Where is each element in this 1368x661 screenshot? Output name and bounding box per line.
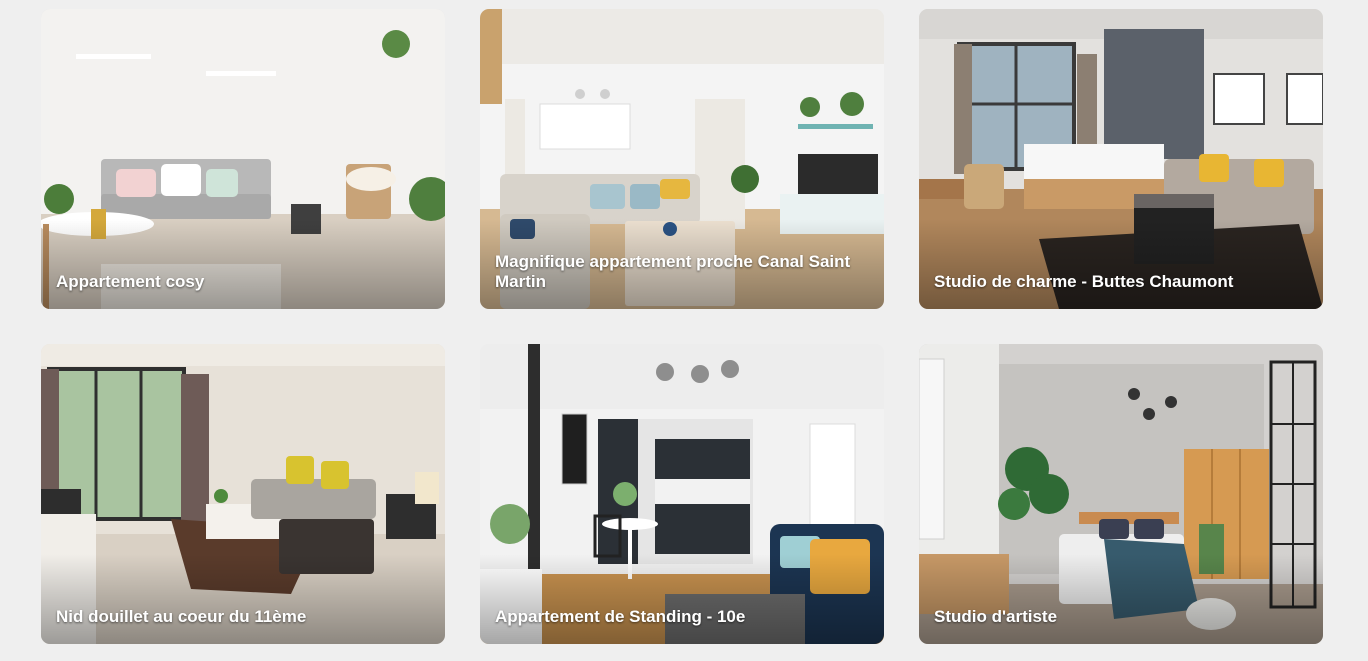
listing-card[interactable]: Nid douillet au coeur du 11ème	[41, 344, 445, 644]
listing-title: Studio d'artiste	[934, 607, 1058, 626]
title-overlay	[919, 554, 1323, 644]
listing-title: Appartement de Standing - 10e	[495, 607, 746, 626]
listing-title: Nid douillet au coeur du 11ème	[56, 607, 307, 626]
title-overlay	[41, 554, 445, 644]
listing-card[interactable]: Magnifique appartement proche Canal Sain…	[480, 9, 884, 309]
listing-title: Magnifique appartement proche Canal Sain…	[495, 252, 851, 291]
listing-grid: Appartement cosy Magnifique appartement …	[41, 9, 1323, 644]
title-overlay	[480, 554, 884, 644]
listing-card[interactable]: Studio d'artiste	[919, 344, 1323, 644]
listing-title: Appartement cosy	[56, 272, 205, 291]
title-overlay	[41, 219, 445, 309]
title-overlay	[919, 219, 1323, 309]
listing-title: Studio de charme - Buttes Chaumont	[934, 272, 1234, 291]
listing-card[interactable]: Appartement cosy	[41, 9, 445, 309]
listing-card[interactable]: Studio de charme - Buttes Chaumont	[919, 9, 1323, 309]
listing-card[interactable]: Appartement de Standing - 10e	[480, 344, 884, 644]
